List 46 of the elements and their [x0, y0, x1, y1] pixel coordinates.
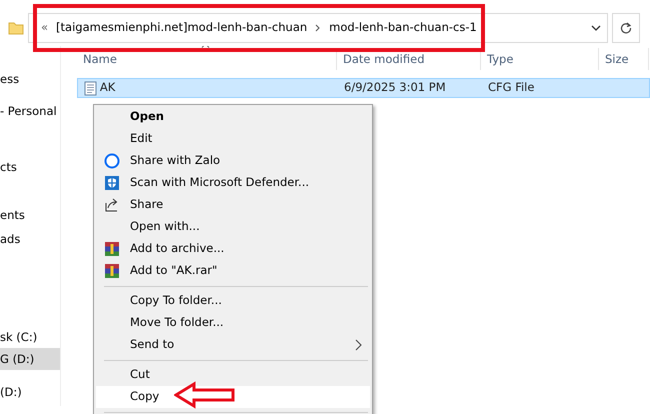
menu-item[interactable]: Add to archive...: [96, 238, 370, 260]
books-stack-icon: [104, 263, 120, 279]
menu-item[interactable]: Cut: [96, 364, 370, 386]
menu-item[interactable]: Open: [96, 106, 370, 128]
menu-item[interactable]: Move To folder...: [96, 312, 370, 334]
sidebar-item[interactable]: - Personal: [0, 100, 60, 122]
column-header[interactable]: Name: [77, 48, 337, 70]
column-header[interactable]: Size: [599, 48, 649, 70]
refresh-icon: [620, 22, 632, 34]
text-file-icon: [84, 80, 97, 96]
chevron-right-icon: [315, 24, 322, 32]
address-bar[interactable]: « [taigamesmienphi.net]mod-lenh-ban-chuan mod-lenh-ban-chuan-cs-1: [28, 13, 608, 43]
overflow-chevron[interactable]: «: [41, 19, 48, 37]
menu-item[interactable]: Copy: [96, 386, 370, 408]
file-row[interactable]: AK 6/9/2025 3:01 PM CFG File: [77, 78, 650, 98]
sidebar-item[interactable]: ents: [0, 204, 60, 226]
menu-item[interactable]: Edit: [96, 128, 370, 150]
breadcrumb-item[interactable]: [taigamesmienphi.net]mod-lenh-ban-chuan: [56, 19, 308, 37]
share-icon: [104, 197, 120, 213]
file-date: 6/9/2025 3:01 PM: [343, 79, 447, 96]
sidebar-item[interactable]: sk (C:): [0, 326, 60, 348]
menu-item[interactable]: Share with Zalo: [96, 150, 370, 172]
column-header[interactable]: Type: [481, 48, 599, 70]
submenu-chevron-icon: [355, 339, 362, 351]
menu-item[interactable]: Add to "AK.rar": [96, 260, 370, 282]
refresh-button[interactable]: [612, 13, 640, 43]
zalo-icon: [104, 153, 120, 169]
file-type: CFG File: [487, 79, 536, 96]
sidebar-item[interactable]: (D:): [0, 381, 60, 403]
books-stack-icon: [104, 241, 120, 257]
annotation-arrow: [174, 381, 236, 409]
folder-icon: [8, 21, 24, 35]
sidebar-item[interactable]: ess: [0, 68, 60, 90]
dropdown-icon[interactable]: [591, 25, 601, 31]
sidebar-item[interactable]: ads: [0, 228, 60, 250]
sidebar-item[interactable]: cts: [0, 156, 60, 178]
menu-item[interactable]: Open with...: [96, 216, 370, 238]
breadcrumb-item[interactable]: mod-lenh-ban-chuan-cs-1: [329, 19, 477, 37]
menu-item[interactable]: Copy To folder...: [96, 290, 370, 312]
menu-item[interactable]: Send to: [96, 334, 370, 356]
file-name: AK: [100, 79, 116, 96]
menu-item[interactable]: Scan with Microsoft Defender...: [96, 172, 370, 194]
menu-item[interactable]: Share: [96, 194, 370, 216]
sidebar-item[interactable]: G (D:): [0, 348, 60, 370]
shield-icon: [104, 175, 120, 191]
column-header[interactable]: Date modified: [337, 48, 481, 70]
